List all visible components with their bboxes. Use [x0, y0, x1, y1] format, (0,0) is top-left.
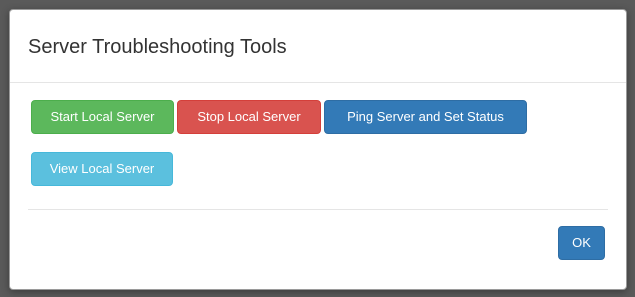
- stop-local-server-button[interactable]: Stop Local Server: [177, 100, 321, 134]
- dialog-title: Server Troubleshooting Tools: [28, 36, 287, 58]
- screen-background: Server Troubleshooting Tools Start Local…: [0, 0, 635, 297]
- server-tools-dialog: Server Troubleshooting Tools Start Local…: [9, 9, 627, 290]
- ping-server-button[interactable]: Ping Server and Set Status: [324, 100, 527, 134]
- ok-button[interactable]: OK: [558, 226, 605, 260]
- footer-divider: [28, 209, 608, 210]
- dialog-body: Start Local Server Stop Local Server Pin…: [10, 83, 626, 209]
- view-local-server-button[interactable]: View Local Server: [31, 152, 173, 186]
- start-local-server-button[interactable]: Start Local Server: [31, 100, 174, 134]
- dialog-header: Server Troubleshooting Tools: [10, 10, 626, 83]
